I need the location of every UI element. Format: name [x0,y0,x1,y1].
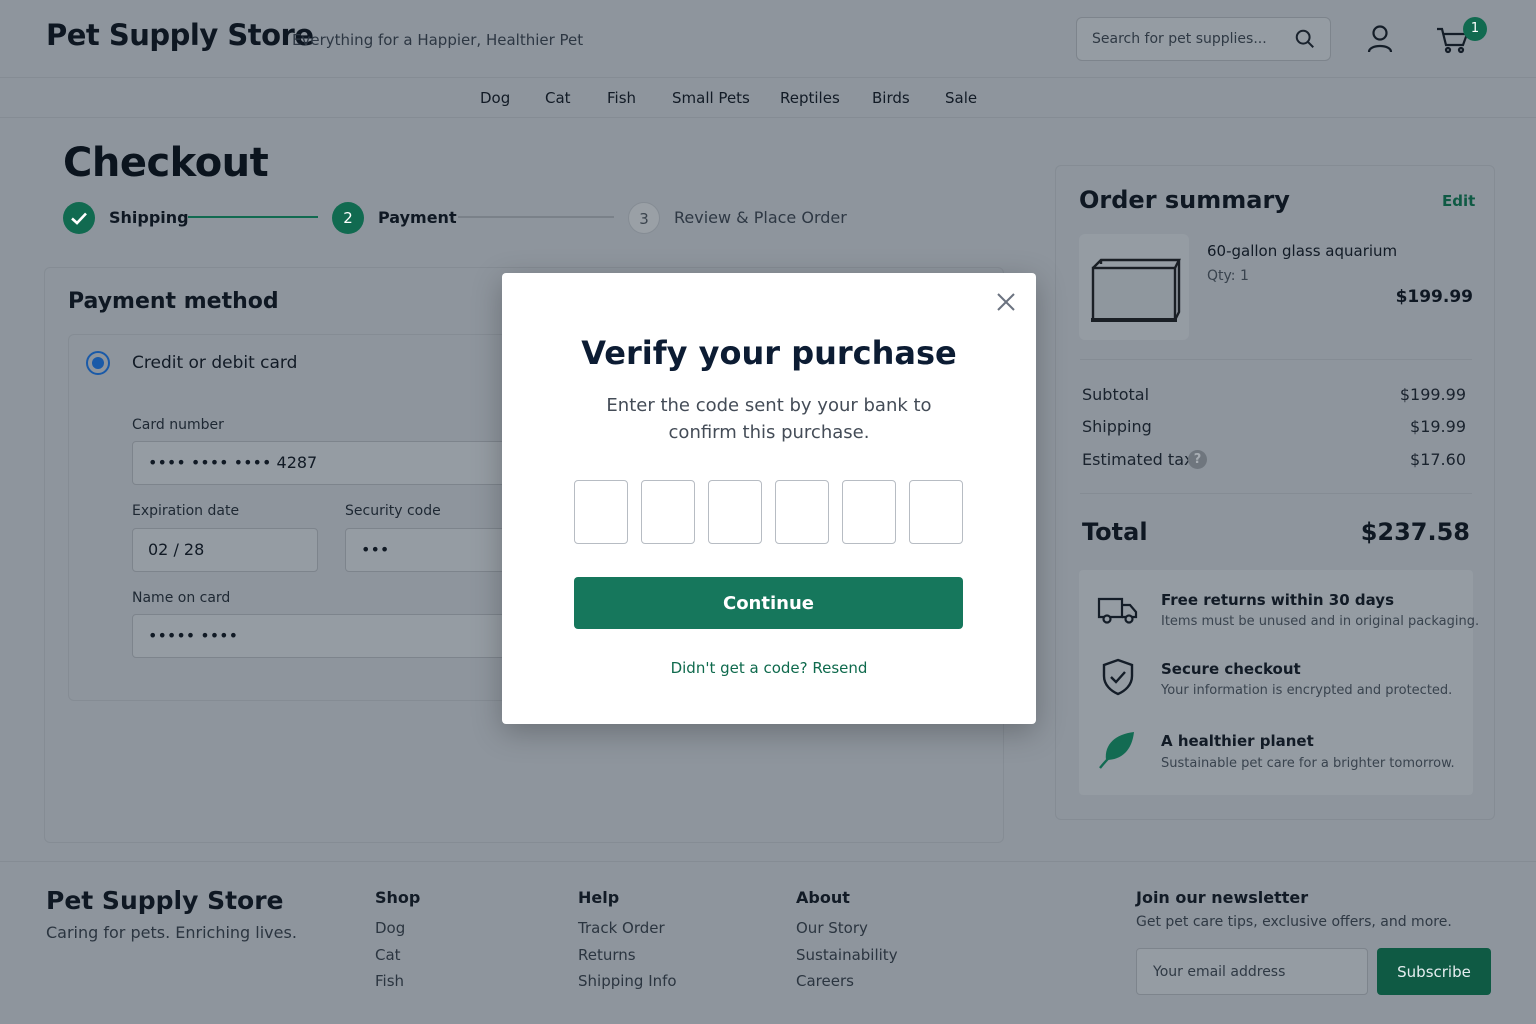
card-number-label: Card number [132,417,224,433]
step-review-number: 3 [628,202,660,234]
perk-planet-text: Sustainable pet care for a brighter tomo… [1161,756,1455,771]
footer-link-careers[interactable]: Careers [796,972,854,990]
perk-returns-text: Items must be unused and in original pac… [1161,614,1480,629]
search-input[interactable] [1077,18,1277,60]
step-shipping-label[interactable]: Shipping [109,208,189,227]
page: Pet Supply Store Everything for a Happie… [0,0,1536,1024]
shipping-value: $19.99 [1410,417,1466,436]
order-summary-title: Order summary [1079,186,1290,214]
site-header: Pet Supply Store Everything for a Happie… [0,0,1536,78]
estimated-tax-label: Estimated tax [1082,450,1194,469]
code-digit-2[interactable] [641,480,695,544]
perk-secure-title: Secure checkout [1161,660,1301,678]
card-option-radio[interactable] [86,351,110,375]
footer-shop-heading: Shop [375,888,421,907]
code-digit-5[interactable] [842,480,896,544]
card-option-label[interactable]: Credit or debit card [132,353,297,373]
shield-check-icon [1102,658,1134,696]
step-review-label: Review & Place Order [674,208,847,227]
nav-item-dog[interactable]: Dog [480,89,510,107]
total-value: $237.58 [1360,518,1470,546]
subtotal-label: Subtotal [1082,385,1150,404]
name-on-card-label: Name on card [132,590,231,606]
check-icon [71,212,87,225]
nav-item-reptiles[interactable]: Reptiles [780,89,840,107]
code-digit-6[interactable] [909,480,963,544]
perk-secure-text: Your information is encrypted and protec… [1161,683,1453,698]
product-thumbnail [1079,234,1189,340]
perk-planet-title: A healthier planet [1161,732,1314,750]
order-summary-edit-link[interactable]: Edit [1442,192,1475,210]
user-account-icon[interactable] [1366,24,1394,54]
resend-code-link[interactable]: Didn't get a code? Resend [502,659,1036,677]
modal-subtitle: Enter the code sent by your bank to conf… [606,395,932,443]
step-payment-label: Payment [378,208,457,227]
summary-divider [1080,493,1472,494]
cart-count-badge: 1 [1463,17,1487,41]
footer-link-cat[interactable]: Cat [375,946,401,964]
footer-brand: Pet Supply Store [46,886,284,915]
nav-item-birds[interactable]: Birds [872,89,910,107]
code-digit-4[interactable] [775,480,829,544]
tax-help-icon[interactable]: ? [1188,450,1207,469]
step-shipping-check [63,202,95,234]
security-code-label: Security code [345,503,441,519]
expiry-label: Expiration date [132,503,240,519]
product-name: 60-gallon glass aquarium [1207,242,1398,260]
product-price: $199.99 [1395,287,1473,307]
summary-divider [1080,359,1472,360]
code-digit-3[interactable] [708,480,762,544]
nav-item-fish[interactable]: Fish [607,89,636,107]
footer-link-our-story[interactable]: Our Story [796,919,868,937]
footer-about-heading: About [796,888,850,907]
footer-help-heading: Help [578,888,620,907]
perk-returns-title: Free returns within 30 days [1161,591,1394,609]
footer-tagline: Caring for pets. Enriching lives. [46,923,297,942]
payment-method-title: Payment method [68,289,279,314]
footer-link-sustainability[interactable]: Sustainability [796,946,898,964]
nav-item-cat[interactable]: Cat [545,89,571,107]
footer-link-returns[interactable]: Returns [578,946,636,964]
footer-link-track-order[interactable]: Track Order [578,919,665,937]
page-title: Checkout [63,140,269,186]
close-icon[interactable] [994,290,1018,314]
footer-link-dog[interactable]: Dog [375,919,405,937]
shipping-label: Shipping [1082,417,1152,436]
subscribe-button[interactable]: Subscribe [1377,948,1491,995]
category-nav: Dog Cat Fish Small Pets Reptiles Birds S… [0,78,1536,118]
subtotal-value: $199.99 [1399,385,1466,404]
newsletter-email-input[interactable] [1136,948,1368,995]
footer-link-shipping-info[interactable]: Shipping Info [578,972,677,990]
search-box [1076,17,1331,61]
search-icon[interactable] [1294,28,1316,50]
newsletter-text: Get pet care tips, exclusive offers, and… [1136,914,1452,930]
total-label: Total [1082,518,1148,546]
continue-button[interactable]: Continue [574,577,963,629]
step-payment-number: 2 [332,202,364,234]
code-digit-1[interactable] [574,480,628,544]
truck-icon [1097,597,1138,624]
step-connector-2 [458,216,614,218]
modal-title: Verify your purchase [581,334,957,372]
nav-item-sale[interactable]: Sale [945,89,977,107]
aquarium-image [1091,258,1181,322]
product-quantity: Qty: 1 [1207,268,1249,284]
brand-tagline: Everything for a Happier, Healthier Pet [292,31,584,49]
footer-link-fish[interactable]: Fish [375,972,404,990]
nav-item-small-pets[interactable]: Small Pets [672,89,750,107]
newsletter-heading: Join our newsletter [1136,888,1309,907]
estimated-tax-value: $17.60 [1410,450,1466,469]
brand-logo[interactable]: Pet Supply Store [46,18,314,52]
leaf-icon [1099,732,1134,769]
expiry-field[interactable]: 02 / 28 [132,528,318,572]
footer-divider [0,861,1536,862]
step-connector-1 [188,216,318,218]
